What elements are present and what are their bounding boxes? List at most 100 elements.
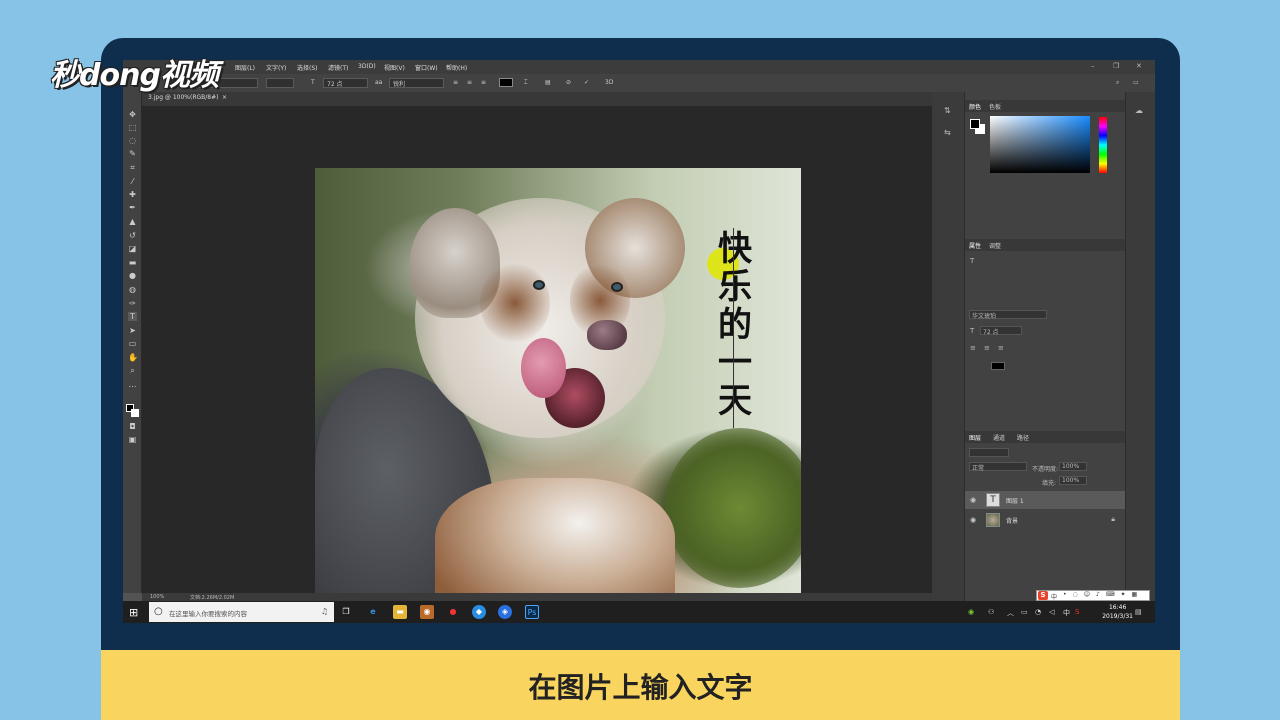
tab-layers[interactable]: 图层 <box>969 433 981 442</box>
move-tool-icon[interactable]: ✥ <box>128 110 137 119</box>
app-icon-1[interactable]: ◉ <box>420 605 434 619</box>
vertical-text-layer[interactable]: 快 乐 的 一 天 <box>710 230 760 420</box>
crop-tool-icon[interactable]: ⌗ <box>128 163 137 172</box>
ime-tool-icons[interactable]: •◌☺♪⌨✦▦ <box>1063 591 1143 598</box>
hue-slider[interactable] <box>1099 117 1107 173</box>
fg-color-swatch[interactable] <box>970 119 980 129</box>
align-center-icon[interactable]: ≡ <box>984 344 990 352</box>
pen-tool-icon[interactable]: ✑ <box>128 299 137 308</box>
windows-start-icon[interactable]: ⊞ <box>129 606 138 619</box>
menu-type[interactable]: 文字(Y) <box>266 63 286 72</box>
align-right-icon[interactable]: ≡ <box>998 344 1004 352</box>
path-select-icon[interactable]: ➤ <box>128 326 137 335</box>
marquee-tool-icon[interactable]: ⬚ <box>128 123 137 132</box>
align-right-icon[interactable]: ≡ <box>481 79 486 86</box>
notification-icon[interactable]: ▤ <box>1135 608 1142 616</box>
rectangle-tool-icon[interactable]: ▭ <box>128 339 137 348</box>
document-tab[interactable]: 3.jpg @ 100%(RGB/8#) <box>148 94 218 101</box>
search-icon[interactable]: ⌕ <box>1116 79 1119 87</box>
screen-mode-icon[interactable]: ▣ <box>128 435 137 444</box>
volume-icon[interactable]: ◁ <box>1049 608 1054 616</box>
lasso-tool-icon[interactable]: ◌ <box>128 136 137 145</box>
align-left-icon[interactable]: ≡ <box>453 79 458 86</box>
actions-panel-icon[interactable]: ⇆ <box>944 128 951 137</box>
sogou-icon[interactable]: S <box>1038 591 1048 600</box>
visibility-eye-icon[interactable]: ◉ <box>970 516 976 524</box>
quick-select-tool-icon[interactable]: ✎ <box>128 149 137 158</box>
ime-icon[interactable]: 中 <box>1063 608 1070 618</box>
tab-color[interactable]: 颜色 <box>969 102 981 111</box>
sogou-tray-icon[interactable]: S <box>1075 608 1079 616</box>
quick-mask-icon[interactable]: ◘ <box>128 422 137 431</box>
lock-icon[interactable]: 🔒︎ <box>1111 515 1115 524</box>
history-brush-icon[interactable]: ↺ <box>128 231 137 240</box>
healing-tool-icon[interactable]: ✚ <box>128 190 137 199</box>
people-icon[interactable]: ⚇ <box>988 608 994 616</box>
ime-toolbar[interactable]: S 中 •◌☺♪⌨✦▦ <box>1036 590 1150 601</box>
menu-3d[interactable]: 3D(D) <box>358 63 376 70</box>
cancel-icon[interactable]: ⊘ <box>566 79 571 86</box>
system-clock[interactable]: 16:46 2019/3/31 <box>1102 603 1133 621</box>
minimize-icon[interactable]: – <box>1091 62 1095 70</box>
photoshop-icon[interactable]: Ps <box>525 605 539 619</box>
restore-icon[interactable]: ❐ <box>1113 62 1119 70</box>
menu-window[interactable]: 窗口(W) <box>415 63 438 72</box>
stamp-tool-icon[interactable]: ▲ <box>128 217 137 226</box>
edge-browser-icon[interactable]: e <box>366 605 380 619</box>
font-style-select[interactable] <box>266 78 294 88</box>
microphone-icon[interactable]: ♫ <box>321 607 328 616</box>
background-color-swatch[interactable] <box>131 409 139 417</box>
menu-view[interactable]: 视图(V) <box>384 63 405 72</box>
tab-properties[interactable]: 属性 <box>969 241 981 250</box>
tab-channels[interactable]: 通道 <box>993 433 1005 442</box>
eyedropper-tool-icon[interactable]: ⁄ <box>128 177 137 186</box>
layer-filter-search[interactable] <box>969 448 1009 457</box>
align-center-icon[interactable]: ≡ <box>467 79 472 86</box>
file-explorer-icon[interactable]: ▬ <box>393 605 407 619</box>
commit-icon[interactable]: ✓ <box>584 79 589 86</box>
menu-layer[interactable]: 图层(L) <box>235 63 255 72</box>
tab-swatches[interactable]: 色板 <box>989 102 1001 111</box>
app-icon-3[interactable]: ◈ <box>498 605 512 619</box>
eraser-tool-icon[interactable]: ◪ <box>128 244 137 253</box>
menu-help[interactable]: 帮助(H) <box>446 63 467 72</box>
color-picker-field[interactable] <box>990 116 1090 173</box>
menu-filter[interactable]: 滤镜(T) <box>328 63 348 72</box>
network-icon[interactable]: ◔ <box>1035 608 1041 616</box>
visibility-eye-icon[interactable]: ◉ <box>970 496 976 504</box>
tab-paths[interactable]: 路径 <box>1017 433 1029 442</box>
more-tools-icon[interactable]: … <box>128 380 137 389</box>
text-color-swatch[interactable] <box>499 78 513 87</box>
menu-select[interactable]: 选择(S) <box>297 63 318 72</box>
hand-tool-icon[interactable]: ✋ <box>128 353 138 362</box>
libraries-icon[interactable]: ☁ <box>1135 106 1143 115</box>
layer-row-background[interactable]: ◉ 背景 🔒︎ <box>965 511 1125 529</box>
warp-text-icon[interactable]: ⌶ <box>524 79 528 87</box>
battery-icon[interactable]: ▭ <box>1021 608 1028 616</box>
ime-mode[interactable]: 中 <box>1051 592 1057 601</box>
3d-icon[interactable]: 3D <box>605 79 613 86</box>
tray-expand-icon[interactable]: ︿ <box>1007 608 1014 618</box>
type-tool-icon[interactable]: T <box>128 312 137 321</box>
task-view-icon[interactable]: ❐ <box>339 605 353 619</box>
tab-close-icon[interactable]: × <box>222 94 227 101</box>
zoom-level[interactable]: 100% <box>150 594 164 600</box>
dodge-tool-icon[interactable]: ◍ <box>128 285 137 294</box>
blur-tool-icon[interactable]: ● <box>128 271 137 280</box>
workspace-icon[interactable]: ▭ <box>1133 79 1139 86</box>
layer-row-text[interactable]: ◉ T 图层 1 <box>965 491 1125 509</box>
canvas-area[interactable]: 快 乐 的 一 天 <box>142 106 932 623</box>
align-left-icon[interactable]: ≡ <box>970 344 976 352</box>
tray-app-icon[interactable]: ◉ <box>968 608 974 616</box>
history-panel-icon[interactable]: ⇅ <box>944 106 951 115</box>
record-app-icon[interactable]: ● <box>446 605 460 619</box>
dog-photo[interactable]: 快 乐 的 一 天 <box>315 168 801 623</box>
brush-tool-icon[interactable]: ✒ <box>128 203 137 212</box>
tab-adjustments[interactable]: 调整 <box>989 241 1001 250</box>
zoom-tool-icon[interactable]: ⌕ <box>128 366 137 375</box>
gradient-tool-icon[interactable]: ▬ <box>128 258 137 267</box>
close-icon[interactable]: ✕ <box>1136 62 1142 70</box>
text-color-swatch[interactable] <box>991 362 1005 370</box>
app-icon-2[interactable]: ◆ <box>472 605 486 619</box>
taskbar-search[interactable]: ○ 在这里输入你要搜索的内容 ♫ <box>149 602 334 622</box>
